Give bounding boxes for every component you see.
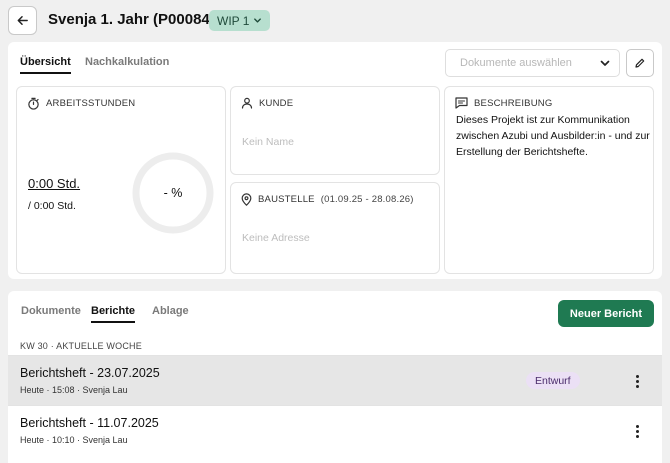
- site-heading: BAUSTELLE: [258, 194, 315, 205]
- status-label: WIP 1: [217, 13, 250, 28]
- overview-panel: Übersicht Nachkalkulation Dokumente ausw…: [8, 42, 662, 279]
- tab-reports[interactable]: Berichte: [91, 305, 136, 323]
- description-heading: BESCHREIBUNG: [474, 97, 553, 109]
- new-report-button[interactable]: Neuer Bericht: [558, 300, 654, 327]
- edit-button[interactable]: [626, 49, 654, 77]
- work-hours-card: ARBEITSSTUNDEN 0:00 Std. / 0:00 Std. - %: [16, 86, 226, 274]
- map-pin-icon: [241, 193, 252, 206]
- report-meta: Heute · 10:10 · Svenja Lau: [20, 435, 128, 445]
- more-vertical-icon[interactable]: [630, 371, 644, 391]
- arrow-left-icon: [17, 16, 28, 25]
- site-date-range: (01.09.25 - 28.08.26): [320, 194, 414, 205]
- actual-hours: 0:00 Std.: [28, 176, 81, 191]
- work-hours-heading: ARBEITSSTUNDEN: [46, 98, 136, 109]
- documents-select[interactable]: Dokumente auswählen: [445, 49, 620, 77]
- documents-select-placeholder: Dokumente auswählen: [460, 57, 572, 69]
- back-button[interactable]: [8, 6, 37, 35]
- report-title: Berichtsheft - 11.07.2025: [20, 416, 159, 430]
- progress-percent: - %: [163, 186, 183, 200]
- status-dropdown[interactable]: WIP 1: [209, 10, 271, 31]
- report-title: Berichtsheft - 23.07.2025: [20, 366, 160, 380]
- customer-card: KUNDE Kein Name: [230, 86, 440, 175]
- week-label: KW 30 · AKTUELLE WOCHE: [20, 341, 142, 351]
- site-address: Keine Adresse: [242, 232, 310, 244]
- tab-cost-analysis[interactable]: Nachkalkulation: [85, 56, 169, 68]
- status-badge: Entwurf: [526, 372, 580, 389]
- message-icon: [455, 97, 468, 109]
- customer-heading: KUNDE: [259, 97, 294, 109]
- stopwatch-icon: [28, 97, 39, 110]
- hours-progress-ring: - %: [131, 151, 215, 235]
- planned-hours: / 0:00 Std.: [28, 200, 76, 212]
- site-card: BAUSTELLE (01.09.25 - 28.08.26) Keine Ad…: [230, 182, 440, 274]
- report-row[interactable]: Berichtsheft - 11.07.2025 Heute · 10:10 …: [8, 405, 662, 455]
- more-vertical-icon[interactable]: [630, 421, 644, 441]
- description-text: Dieses Projekt ist zur Kommunikation zwi…: [456, 114, 650, 158]
- description-card: BESCHREIBUNG Dieses Projekt ist zur Komm…: [444, 86, 654, 274]
- customer-name: Kein Name: [242, 136, 294, 148]
- person-icon: [241, 97, 253, 109]
- report-meta: Heute · 15:08 · Svenja Lau: [20, 385, 128, 395]
- chevron-down-icon: [254, 18, 262, 23]
- tab-archive[interactable]: Ablage: [152, 305, 189, 317]
- report-row[interactable]: Berichtsheft - 23.07.2025 Heute · 15:08 …: [8, 355, 662, 405]
- pencil-icon: [635, 58, 645, 68]
- reports-panel: Dokumente Berichte Ablage Neuer Bericht …: [8, 291, 662, 463]
- tab-documents[interactable]: Dokumente: [21, 305, 81, 317]
- page-title: Svenja 1. Jahr (P00084): [48, 11, 215, 28]
- tab-overview[interactable]: Übersicht: [20, 56, 71, 74]
- chevron-down-icon: [600, 60, 610, 66]
